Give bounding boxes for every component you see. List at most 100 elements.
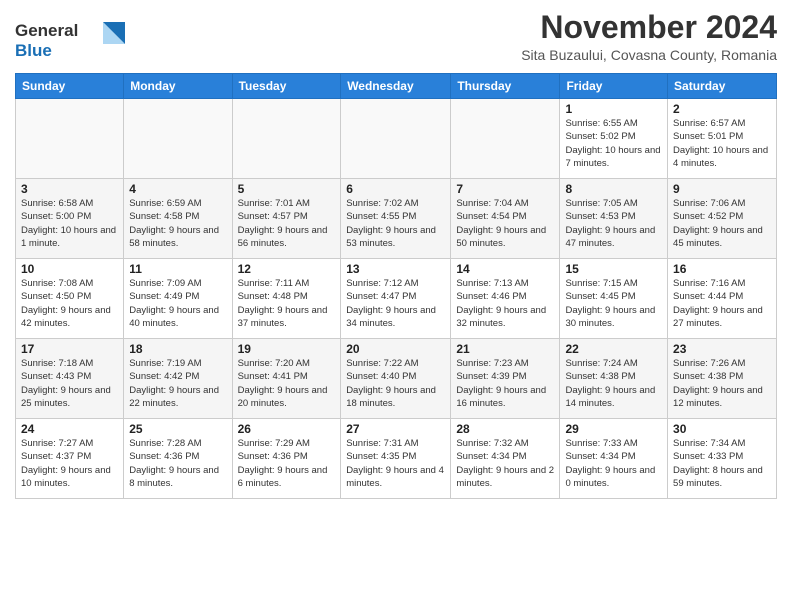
day-info: Sunrise: 7:26 AM Sunset: 4:38 PM Dayligh… bbox=[673, 357, 771, 410]
day-number: 20 bbox=[346, 342, 445, 356]
day-number: 12 bbox=[238, 262, 336, 276]
calendar-cell: 12Sunrise: 7:11 AM Sunset: 4:48 PM Dayli… bbox=[232, 259, 341, 339]
day-number: 7 bbox=[456, 182, 554, 196]
calendar-cell: 2Sunrise: 6:57 AM Sunset: 5:01 PM Daylig… bbox=[668, 99, 777, 179]
calendar-cell: 28Sunrise: 7:32 AM Sunset: 4:34 PM Dayli… bbox=[451, 419, 560, 499]
calendar-cell bbox=[341, 99, 451, 179]
day-number: 4 bbox=[129, 182, 226, 196]
day-number: 23 bbox=[673, 342, 771, 356]
day-number: 27 bbox=[346, 422, 445, 436]
day-info: Sunrise: 7:31 AM Sunset: 4:35 PM Dayligh… bbox=[346, 437, 445, 490]
day-info: Sunrise: 7:27 AM Sunset: 4:37 PM Dayligh… bbox=[21, 437, 118, 490]
calendar-cell bbox=[16, 99, 124, 179]
calendar-week-row: 10Sunrise: 7:08 AM Sunset: 4:50 PM Dayli… bbox=[16, 259, 777, 339]
calendar-cell: 16Sunrise: 7:16 AM Sunset: 4:44 PM Dayli… bbox=[668, 259, 777, 339]
day-info: Sunrise: 7:06 AM Sunset: 4:52 PM Dayligh… bbox=[673, 197, 771, 250]
day-info: Sunrise: 7:12 AM Sunset: 4:47 PM Dayligh… bbox=[346, 277, 445, 330]
location: Sita Buzaului, Covasna County, Romania bbox=[521, 47, 777, 63]
day-number: 30 bbox=[673, 422, 771, 436]
day-number: 28 bbox=[456, 422, 554, 436]
day-info: Sunrise: 7:19 AM Sunset: 4:42 PM Dayligh… bbox=[129, 357, 226, 410]
day-info: Sunrise: 6:55 AM Sunset: 5:02 PM Dayligh… bbox=[565, 117, 662, 170]
calendar-cell: 8Sunrise: 7:05 AM Sunset: 4:53 PM Daylig… bbox=[560, 179, 668, 259]
day-number: 18 bbox=[129, 342, 226, 356]
day-info: Sunrise: 6:58 AM Sunset: 5:00 PM Dayligh… bbox=[21, 197, 118, 250]
calendar-cell: 17Sunrise: 7:18 AM Sunset: 4:43 PM Dayli… bbox=[16, 339, 124, 419]
calendar-cell: 13Sunrise: 7:12 AM Sunset: 4:47 PM Dayli… bbox=[341, 259, 451, 339]
calendar-cell: 1Sunrise: 6:55 AM Sunset: 5:02 PM Daylig… bbox=[560, 99, 668, 179]
calendar-cell: 9Sunrise: 7:06 AM Sunset: 4:52 PM Daylig… bbox=[668, 179, 777, 259]
day-number: 10 bbox=[21, 262, 118, 276]
calendar-cell bbox=[124, 99, 232, 179]
day-number: 5 bbox=[238, 182, 336, 196]
day-number: 14 bbox=[456, 262, 554, 276]
day-number: 15 bbox=[565, 262, 662, 276]
calendar-cell: 26Sunrise: 7:29 AM Sunset: 4:36 PM Dayli… bbox=[232, 419, 341, 499]
day-number: 22 bbox=[565, 342, 662, 356]
calendar-cell: 25Sunrise: 7:28 AM Sunset: 4:36 PM Dayli… bbox=[124, 419, 232, 499]
day-number: 16 bbox=[673, 262, 771, 276]
calendar-cell: 23Sunrise: 7:26 AM Sunset: 4:38 PM Dayli… bbox=[668, 339, 777, 419]
day-number: 13 bbox=[346, 262, 445, 276]
calendar-table: SundayMondayTuesdayWednesdayThursdayFrid… bbox=[15, 73, 777, 499]
calendar-week-row: 3Sunrise: 6:58 AM Sunset: 5:00 PM Daylig… bbox=[16, 179, 777, 259]
day-info: Sunrise: 7:33 AM Sunset: 4:34 PM Dayligh… bbox=[565, 437, 662, 490]
page-container: General Blue November 2024 Sita Buzaului… bbox=[0, 0, 792, 507]
day-number: 11 bbox=[129, 262, 226, 276]
day-info: Sunrise: 7:01 AM Sunset: 4:57 PM Dayligh… bbox=[238, 197, 336, 250]
calendar-cell: 4Sunrise: 6:59 AM Sunset: 4:58 PM Daylig… bbox=[124, 179, 232, 259]
weekday-header: Saturday bbox=[668, 74, 777, 99]
svg-text:General: General bbox=[15, 21, 78, 40]
calendar-cell: 6Sunrise: 7:02 AM Sunset: 4:55 PM Daylig… bbox=[341, 179, 451, 259]
day-info: Sunrise: 7:05 AM Sunset: 4:53 PM Dayligh… bbox=[565, 197, 662, 250]
calendar-cell: 27Sunrise: 7:31 AM Sunset: 4:35 PM Dayli… bbox=[341, 419, 451, 499]
day-info: Sunrise: 7:09 AM Sunset: 4:49 PM Dayligh… bbox=[129, 277, 226, 330]
calendar-cell: 22Sunrise: 7:24 AM Sunset: 4:38 PM Dayli… bbox=[560, 339, 668, 419]
calendar-cell: 7Sunrise: 7:04 AM Sunset: 4:54 PM Daylig… bbox=[451, 179, 560, 259]
weekday-header: Wednesday bbox=[341, 74, 451, 99]
weekday-header: Friday bbox=[560, 74, 668, 99]
calendar-cell: 14Sunrise: 7:13 AM Sunset: 4:46 PM Dayli… bbox=[451, 259, 560, 339]
day-info: Sunrise: 7:29 AM Sunset: 4:36 PM Dayligh… bbox=[238, 437, 336, 490]
title-area: November 2024 Sita Buzaului, Covasna Cou… bbox=[521, 10, 777, 63]
day-info: Sunrise: 7:15 AM Sunset: 4:45 PM Dayligh… bbox=[565, 277, 662, 330]
day-info: Sunrise: 7:23 AM Sunset: 4:39 PM Dayligh… bbox=[456, 357, 554, 410]
calendar-week-row: 17Sunrise: 7:18 AM Sunset: 4:43 PM Dayli… bbox=[16, 339, 777, 419]
calendar-header-row: SundayMondayTuesdayWednesdayThursdayFrid… bbox=[16, 74, 777, 99]
day-number: 1 bbox=[565, 102, 662, 116]
day-info: Sunrise: 7:18 AM Sunset: 4:43 PM Dayligh… bbox=[21, 357, 118, 410]
day-number: 25 bbox=[129, 422, 226, 436]
day-number: 8 bbox=[565, 182, 662, 196]
day-number: 29 bbox=[565, 422, 662, 436]
day-info: Sunrise: 7:08 AM Sunset: 4:50 PM Dayligh… bbox=[21, 277, 118, 330]
day-info: Sunrise: 7:02 AM Sunset: 4:55 PM Dayligh… bbox=[346, 197, 445, 250]
calendar-week-row: 1Sunrise: 6:55 AM Sunset: 5:02 PM Daylig… bbox=[16, 99, 777, 179]
calendar-cell bbox=[232, 99, 341, 179]
calendar-week-row: 24Sunrise: 7:27 AM Sunset: 4:37 PM Dayli… bbox=[16, 419, 777, 499]
day-info: Sunrise: 6:59 AM Sunset: 4:58 PM Dayligh… bbox=[129, 197, 226, 250]
day-number: 6 bbox=[346, 182, 445, 196]
calendar-cell: 11Sunrise: 7:09 AM Sunset: 4:49 PM Dayli… bbox=[124, 259, 232, 339]
day-info: Sunrise: 7:24 AM Sunset: 4:38 PM Dayligh… bbox=[565, 357, 662, 410]
calendar-cell: 21Sunrise: 7:23 AM Sunset: 4:39 PM Dayli… bbox=[451, 339, 560, 419]
weekday-header: Sunday bbox=[16, 74, 124, 99]
day-number: 17 bbox=[21, 342, 118, 356]
month-title: November 2024 bbox=[521, 10, 777, 45]
day-number: 2 bbox=[673, 102, 771, 116]
calendar-cell: 19Sunrise: 7:20 AM Sunset: 4:41 PM Dayli… bbox=[232, 339, 341, 419]
day-info: Sunrise: 7:16 AM Sunset: 4:44 PM Dayligh… bbox=[673, 277, 771, 330]
day-info: Sunrise: 7:20 AM Sunset: 4:41 PM Dayligh… bbox=[238, 357, 336, 410]
day-number: 21 bbox=[456, 342, 554, 356]
calendar-cell: 20Sunrise: 7:22 AM Sunset: 4:40 PM Dayli… bbox=[341, 339, 451, 419]
calendar-cell: 10Sunrise: 7:08 AM Sunset: 4:50 PM Dayli… bbox=[16, 259, 124, 339]
day-info: Sunrise: 7:34 AM Sunset: 4:33 PM Dayligh… bbox=[673, 437, 771, 490]
logo-text-area: General Blue bbox=[15, 14, 125, 67]
weekday-header: Tuesday bbox=[232, 74, 341, 99]
day-info: Sunrise: 7:11 AM Sunset: 4:48 PM Dayligh… bbox=[238, 277, 336, 330]
day-number: 3 bbox=[21, 182, 118, 196]
day-info: Sunrise: 7:22 AM Sunset: 4:40 PM Dayligh… bbox=[346, 357, 445, 410]
svg-text:Blue: Blue bbox=[15, 41, 52, 60]
calendar-cell: 15Sunrise: 7:15 AM Sunset: 4:45 PM Dayli… bbox=[560, 259, 668, 339]
weekday-header: Thursday bbox=[451, 74, 560, 99]
day-number: 26 bbox=[238, 422, 336, 436]
